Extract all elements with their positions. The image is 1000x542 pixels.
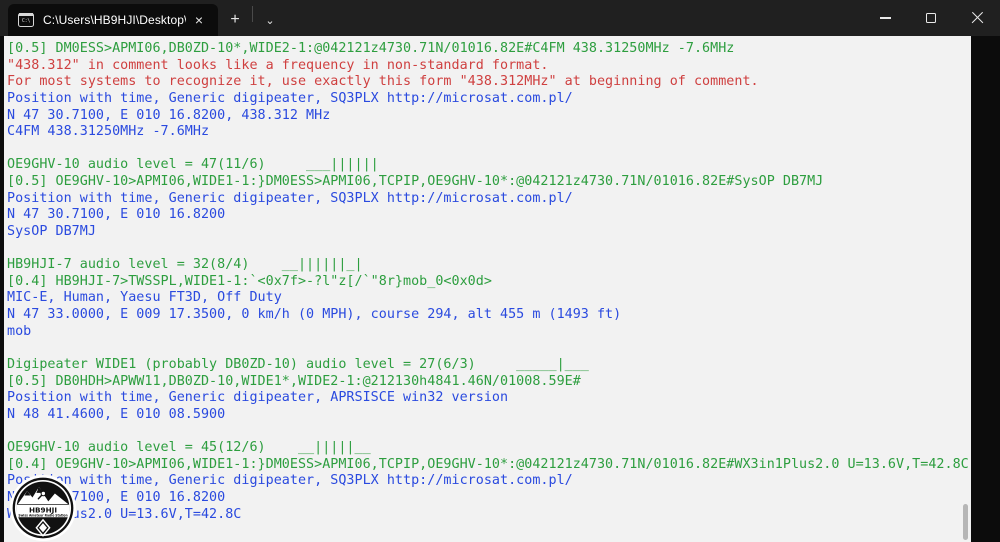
terminal-line: WX3in1Plus2.0 U=13.6V,T=42.8C [7, 506, 242, 522]
terminal-line: C4FM 438.31250MHz -7.6MHz [7, 124, 210, 140]
terminal-line: Position with time, Generic digipeater, … [7, 190, 573, 206]
terminal-line: mob [7, 323, 32, 339]
window-caption-buttons [862, 0, 1000, 36]
terminal-line: "438.312" in comment looks like a freque… [7, 57, 549, 73]
station-badge-icon: HB9HJI Swiss Amateur Radio Station [10, 475, 76, 541]
terminal-window: C:\ C:\Users\HB9HJI\Desktop\API × + ⌄ [0… [0, 0, 1000, 542]
terminal-line: N 47 30.7100, E 010 16.8200 [7, 207, 226, 223]
new-tab-button[interactable]: + [218, 4, 252, 36]
terminal-line: [0.5] DM0ESS>APMI06,DB0ZD-10*,WIDE2-1:@0… [7, 41, 735, 56]
terminal-tab[interactable]: C:\ C:\Users\HB9HJI\Desktop\API × [8, 4, 218, 36]
terminal-scrollbar[interactable] [959, 36, 971, 542]
terminal-line: [0.4] OE9GHV-10>APMI06,WIDE1-1:}DM0ESS>A… [7, 456, 969, 472]
command-prompt-icon: C:\ [18, 12, 34, 28]
tab-dropdown-icon[interactable]: ⌄ [253, 4, 287, 36]
terminal-line: SysOP DB7MJ [7, 223, 96, 239]
minimize-button[interactable] [862, 0, 908, 36]
tab-strip: C:\ C:\Users\HB9HJI\Desktop\API × + ⌄ [0, 0, 287, 36]
close-window-button[interactable] [954, 0, 1000, 36]
maximize-icon [926, 13, 936, 23]
terminal-body: [0.5] DM0ESS>APMI06,DB0ZD-10*,WIDE2-1:@0… [0, 36, 1000, 542]
terminal-line: Digipeater WIDE1 (probably DB0ZD-10) aud… [7, 356, 589, 372]
terminal-line: OE9GHV-10 audio level = 45(12/6) __|||||… [7, 440, 371, 455]
terminal-line: Position with time, Generic digipeater, … [7, 473, 573, 489]
terminal-line: HB9HJI-7 audio level = 32(8/4) __||||||_… [7, 257, 363, 273]
title-bar[interactable]: C:\ C:\Users\HB9HJI\Desktop\API × + ⌄ [0, 0, 1000, 36]
terminal-line: N 47 33.0000, E 009 17.3500, 0 km/h (0 M… [7, 307, 622, 322]
terminal-output: [0.5] DM0ESS>APMI06,DB0ZD-10*,WIDE2-1:@0… [7, 41, 971, 523]
terminal-line: N 47 30.7100, E 010 16.8200 [7, 489, 226, 505]
tab-title: C:\Users\HB9HJI\Desktop\API [43, 13, 186, 27]
terminal-line: For most systems to recognize it, use ex… [7, 74, 759, 90]
terminal-line: OE9GHV-10 audio level = 47(11/6) ___||||… [7, 157, 379, 173]
station-logo-watermark: HB9HJI Swiss Amateur Radio Station [10, 475, 76, 541]
maximize-button[interactable] [908, 0, 954, 36]
minimize-icon [879, 17, 891, 19]
badge-subtitle: Swiss Amateur Radio Station [18, 513, 67, 517]
close-icon [971, 12, 983, 24]
terminal-line: [0.5] OE9GHV-10>APMI06,WIDE1-1:}DM0ESS>A… [7, 174, 824, 189]
terminal-text-area[interactable]: [0.5] DM0ESS>APMI06,DB0ZD-10*,WIDE2-1:@0… [4, 36, 971, 542]
terminal-line: N 48 41.4600, E 010 08.5900 [7, 406, 226, 422]
terminal-line: Position with time, Generic digipeater, … [7, 90, 573, 106]
terminal-line: [0.4] HB9HJI-7>TWSSPL,WIDE1-1:`<0x7f>-?l… [7, 273, 492, 289]
terminal-line: Position with time, Generic digipeater, … [7, 390, 509, 406]
terminal-line: [0.5] DB0HDH>APWW11,DB0ZD-10,WIDE1*,WIDE… [7, 373, 581, 389]
scrollbar-thumb[interactable] [963, 504, 968, 540]
terminal-line: N 47 30.7100, E 010 16.8200, 438.312 MHz [7, 107, 331, 123]
terminal-line: MIC-E, Human, Yaesu FT3D, Off Duty [7, 290, 282, 306]
close-tab-icon[interactable]: × [186, 8, 212, 32]
